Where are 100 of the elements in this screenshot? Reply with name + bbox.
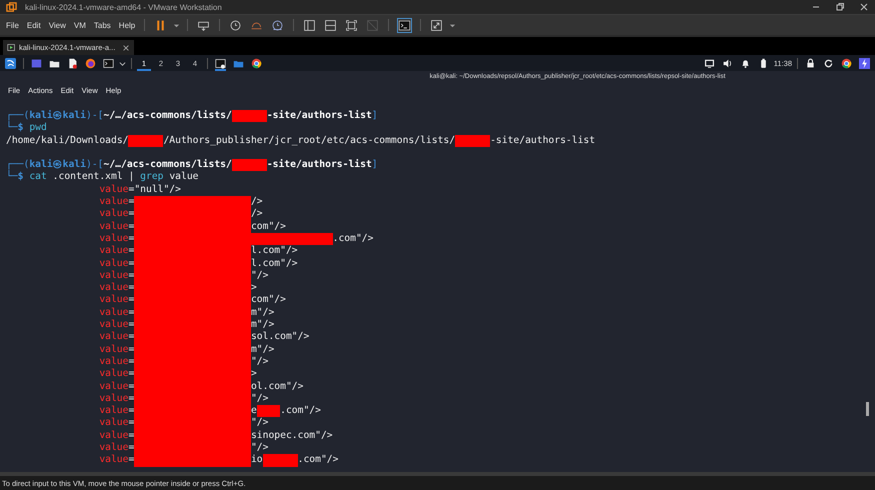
output-text: =	[128, 356, 134, 368]
prompt-frame: ]	[372, 110, 378, 122]
output-text: -site/authors-list	[490, 134, 596, 147]
attribute-name: value	[99, 442, 128, 454]
chrome-icon[interactable]	[841, 58, 852, 68]
command-argument: .content.xml	[52, 171, 123, 184]
attribute-name: value	[99, 245, 128, 258]
attribute-name: value	[99, 368, 128, 381]
chrome-icon[interactable]	[251, 58, 262, 68]
snapshot-manager-icon[interactable]	[271, 18, 284, 32]
menu-item[interactable]: Edit	[24, 20, 43, 30]
lock-icon[interactable]	[805, 58, 816, 68]
output-text: /home/kali/Downloads/	[6, 134, 128, 147]
vm-logo-icon	[6, 2, 17, 12]
command-name: grep	[140, 171, 164, 184]
prompt-symbol: $	[18, 122, 24, 135]
output-text: .com"/>	[298, 454, 338, 467]
attribute-name: value	[99, 196, 128, 208]
output-text: com"/>	[250, 294, 286, 307]
output-text: =	[128, 294, 134, 307]
console-icon[interactable]	[398, 18, 412, 32]
output-text: =	[128, 306, 134, 320]
prompt-path: -site/authors-list	[266, 110, 372, 122]
output-text: .com"/>	[280, 405, 321, 418]
output-text: sinopec.com"/>	[250, 430, 333, 442]
attribute-name: value	[99, 184, 128, 196]
terminal-icon[interactable]	[103, 58, 114, 68]
output-text: =	[128, 331, 134, 344]
attribute-name: value	[99, 392, 128, 406]
prompt-frame: ┌──(	[6, 110, 30, 122]
output-text: "/>	[250, 442, 268, 454]
output-text: >	[250, 282, 257, 294]
attribute-name: value	[99, 430, 128, 442]
prompt-path: ~/…/acs-commons/lists/	[104, 110, 232, 122]
output-text: "/>	[250, 270, 268, 282]
refresh-icon[interactable]	[823, 58, 834, 68]
attribute-name: value	[99, 208, 128, 221]
output-text: />	[250, 196, 263, 208]
menu-item[interactable]: Help	[116, 20, 138, 30]
bell-icon[interactable]	[740, 58, 751, 68]
attribute-name: value	[99, 356, 128, 368]
attribute-name: value	[99, 405, 128, 418]
fit-view-icon[interactable]	[345, 18, 358, 32]
output-text: com"/>	[250, 220, 286, 233]
browser-icon[interactable]	[85, 58, 96, 68]
output-text: =	[128, 245, 134, 258]
output-text: =	[128, 392, 134, 406]
output-text: =	[128, 270, 134, 282]
close-icon[interactable]	[859, 2, 869, 12]
speaker-icon[interactable]	[722, 58, 733, 68]
menu-item[interactable]: File	[4, 20, 21, 30]
attribute-name: value	[99, 232, 128, 246]
restore-icon[interactable]	[835, 2, 845, 12]
command-name: pwd	[29, 122, 47, 135]
attribute-name: value	[99, 380, 128, 393]
monitor-icon[interactable]	[704, 58, 715, 68]
attribute-name: value	[99, 344, 128, 356]
output-text: =	[128, 282, 134, 294]
redaction-bar	[262, 454, 298, 467]
fullscreen-icon[interactable]	[430, 18, 444, 32]
prompt-frame: ┌──(	[6, 159, 30, 172]
output-text: =	[128, 442, 134, 454]
menu-item[interactable]: View	[46, 20, 68, 30]
menu-item[interactable]: Tabs	[92, 20, 113, 30]
caret-icon[interactable]	[449, 22, 456, 28]
prompt-frame: └─	[6, 122, 18, 135]
output-text: =	[128, 196, 134, 208]
caret-icon[interactable]	[119, 60, 126, 66]
dragon-menu-icon[interactable]	[5, 58, 16, 68]
output-text: ol.com"/>	[250, 380, 304, 393]
output-text: =	[128, 380, 134, 393]
output-text: =	[128, 344, 134, 356]
sidebar-view-icon[interactable]	[303, 18, 316, 32]
prompt-path: -site/authors-list	[266, 159, 372, 172]
output-text: =	[128, 220, 134, 233]
output-text: e	[250, 405, 257, 418]
document-icon[interactable]	[67, 58, 78, 68]
close-icon[interactable]	[122, 44, 130, 52]
lightning-icon[interactable]	[859, 58, 870, 68]
attribute-name: value	[99, 331, 128, 344]
desktop-icon[interactable]	[31, 58, 42, 68]
terminal-icon[interactable]	[215, 58, 226, 68]
output-text: io	[250, 454, 263, 467]
snapshot-icon[interactable]	[229, 18, 242, 32]
split-view-icon[interactable]	[324, 18, 338, 32]
redaction-bar	[128, 134, 164, 147]
command-name: cat	[29, 171, 47, 184]
prompt-frame: )-[	[86, 159, 104, 172]
prompt-frame: └─	[6, 171, 18, 184]
attribute-name: value	[99, 294, 128, 307]
command-argument: value	[169, 171, 199, 184]
vm-icon	[7, 43, 16, 52]
prompt-frame: ]	[372, 159, 378, 172]
output-text: "/>	[250, 392, 268, 406]
output-text: =	[128, 417, 134, 430]
caret-icon[interactable]	[173, 22, 180, 28]
menu-item[interactable]: VM	[72, 20, 88, 30]
output-text: "/>	[250, 356, 268, 368]
attribute-name: value	[99, 417, 128, 430]
scrollbar-thumb[interactable]	[866, 402, 869, 416]
